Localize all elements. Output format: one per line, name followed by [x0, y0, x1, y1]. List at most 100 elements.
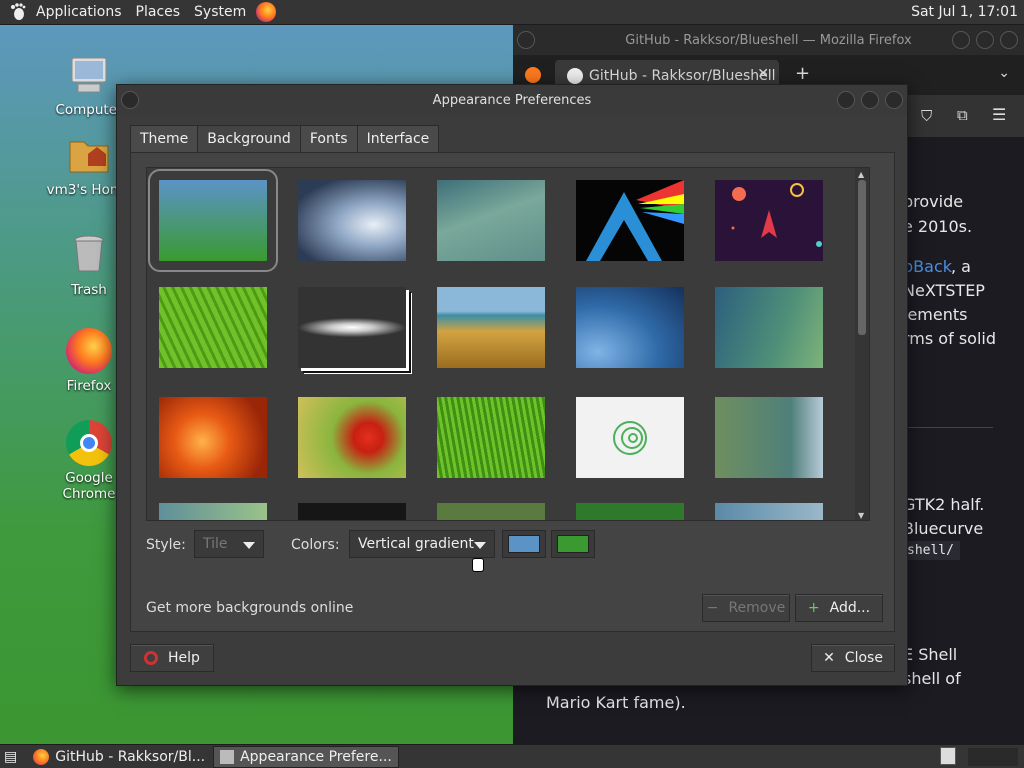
text-line: E Shell — [903, 645, 958, 664]
maximize-button[interactable] — [861, 91, 879, 109]
wallpaper-thumbnail[interactable] — [148, 169, 278, 272]
taskbar-item-appearance[interactable]: Appearance Prefere... — [213, 745, 399, 768]
wallpaper-thumbnail[interactable] — [576, 287, 684, 368]
wallpaper-thumbnail[interactable] — [576, 180, 684, 261]
firefox-window-title: GitHub - Rakksor/Blueshell — Mozilla Fir… — [625, 32, 912, 48]
style-dropdown[interactable]: Tile — [194, 530, 264, 558]
wallpaper-scrollbar[interactable]: ▲ ▼ — [855, 168, 869, 520]
close-window-button[interactable] — [885, 91, 903, 109]
bottom-panel: ▤ GitHub - Rakksor/Bl... Appearance Pref… — [0, 744, 1024, 768]
wallpaper-thumbnail[interactable] — [437, 287, 545, 368]
help-button[interactable]: Help — [130, 644, 214, 672]
applications-menu[interactable]: Applications — [30, 0, 128, 25]
firefox-launcher-icon[interactable] — [256, 2, 277, 22]
link-text[interactable]: pBack — [903, 257, 952, 276]
chevron-down-icon — [474, 542, 486, 549]
firefox-icon — [66, 328, 112, 374]
close-button[interactable]: ✕ Close — [811, 644, 895, 672]
wallpaper-thumbnail[interactable] — [298, 397, 406, 478]
wallpaper-thumbnail[interactable] — [159, 287, 267, 368]
tab-bar: Theme Background Fonts Interface — [130, 125, 440, 153]
tab-title: GitHub - Rakksor/Blueshell — [589, 68, 776, 84]
gnome-foot-icon[interactable] — [6, 0, 30, 24]
trash-icon — [66, 232, 112, 278]
tab-theme[interactable]: Theme — [130, 125, 199, 153]
system-menu[interactable]: System — [188, 0, 252, 25]
background-panel: ▲ ▼ Style: Tile Colors: Vertical gradien… — [130, 152, 895, 632]
add-label: Add... — [829, 600, 871, 616]
remove-button[interactable]: − Remove — [702, 594, 790, 622]
wallpaper-thumbnail[interactable] — [715, 180, 823, 261]
wallpaper-thumbnail[interactable] — [298, 180, 406, 261]
wallpaper-thumbnail[interactable] — [437, 180, 545, 261]
minus-icon: − — [706, 600, 719, 616]
github-icon — [567, 68, 583, 84]
style-label: Style: — [146, 537, 186, 553]
secondary-color-button[interactable] — [551, 530, 595, 558]
scrollbar-thumb[interactable] — [858, 180, 866, 335]
get-more-backgrounds-link[interactable]: Get more backgrounds online — [146, 600, 353, 616]
code-snippet: shell/ — [901, 541, 960, 560]
pocket-icon[interactable]: ⛉ — [921, 107, 932, 125]
primary-color-button[interactable] — [502, 530, 546, 558]
appearance-icon — [220, 749, 235, 764]
tab-background[interactable]: Background — [197, 125, 301, 153]
places-menu[interactable]: Places — [130, 0, 187, 25]
chevron-down-icon — [243, 542, 255, 549]
text-line: e 2010s. — [903, 217, 973, 236]
wallpaper-thumbnail[interactable] — [437, 503, 545, 520]
firefox-view-icon[interactable] — [525, 67, 541, 83]
top-panel: Applications Places System Sat Jul 1, 17… — [0, 0, 1024, 25]
minimize-button[interactable] — [837, 91, 855, 109]
text-line: Bluecurve — [903, 519, 984, 538]
firefox-titlebar[interactable]: GitHub - Rakksor/Blueshell — Mozilla Fir… — [513, 25, 1024, 55]
text-line: NeXTSTEP — [903, 281, 985, 300]
wallpaper-thumbnail[interactable] — [437, 397, 545, 478]
wallpaper-thumbnail[interactable] — [298, 287, 406, 368]
firefox-icon — [33, 748, 50, 765]
task-label: GitHub - Rakksor/Bl... — [55, 748, 206, 765]
text-line: Mario Kart fame). — [546, 693, 686, 712]
wallpaper-thumbnail[interactable] — [715, 287, 823, 368]
wallpaper-thumbnail[interactable] — [715, 503, 823, 520]
new-tab-button[interactable]: + — [795, 63, 810, 84]
text-line: rms of solid — [903, 329, 996, 348]
wallpaper-thumbnail[interactable] — [159, 397, 267, 478]
text-line: lements — [903, 305, 968, 324]
help-lifebuoy-icon — [144, 651, 159, 665]
extensions-icon[interactable]: ⧉ — [957, 106, 968, 124]
clock[interactable]: Sat Jul 1, 17:01 — [911, 0, 1018, 25]
appearance-preferences-dialog[interactable]: Appearance Preferences Theme Background … — [116, 84, 908, 686]
notes-icon[interactable] — [940, 747, 956, 765]
wallpaper-grid[interactable]: ▲ ▼ — [146, 167, 870, 521]
hand-cursor-icon — [472, 558, 484, 572]
wallpaper-thumbnail[interactable] — [715, 397, 823, 478]
show-desktop-icon[interactable]: ▤ — [4, 749, 17, 765]
dialog-titlebar[interactable]: Appearance Preferences — [117, 85, 907, 115]
window-menu-button[interactable] — [517, 31, 535, 49]
scroll-up-icon[interactable]: ▲ — [858, 170, 864, 179]
wallpaper-thumbnail[interactable] — [159, 503, 267, 520]
tab-fonts[interactable]: Fonts — [299, 125, 358, 153]
window-menu-button[interactable] — [121, 91, 139, 109]
wallpaper-thumbnail[interactable] — [298, 503, 406, 520]
text-line: , a — [951, 257, 971, 276]
maximize-button[interactable] — [976, 31, 994, 49]
menu-icon[interactable]: ☰ — [992, 105, 1006, 124]
tab-interface[interactable]: Interface — [356, 125, 440, 153]
add-button[interactable]: + Add... — [795, 594, 883, 622]
taskbar-item-firefox[interactable]: GitHub - Rakksor/Bl... — [27, 746, 211, 768]
close-window-button[interactable] — [1000, 31, 1018, 49]
wallpaper-thumbnail[interactable] — [576, 397, 684, 478]
close-tab-icon[interactable]: ✕ — [757, 66, 769, 82]
plus-icon: + — [807, 600, 820, 616]
colors-dropdown[interactable]: Vertical gradient — [349, 530, 495, 558]
workspace-switcher[interactable] — [968, 748, 1018, 766]
wallpaper-thumbnail[interactable] — [576, 503, 684, 520]
scroll-down-icon[interactable]: ▼ — [858, 511, 864, 520]
chrome-icon — [66, 420, 112, 466]
minimize-button[interactable] — [952, 31, 970, 49]
color-swatch — [557, 535, 589, 553]
help-label: Help — [168, 650, 200, 666]
list-tabs-icon[interactable]: ⌄ — [998, 65, 1010, 81]
